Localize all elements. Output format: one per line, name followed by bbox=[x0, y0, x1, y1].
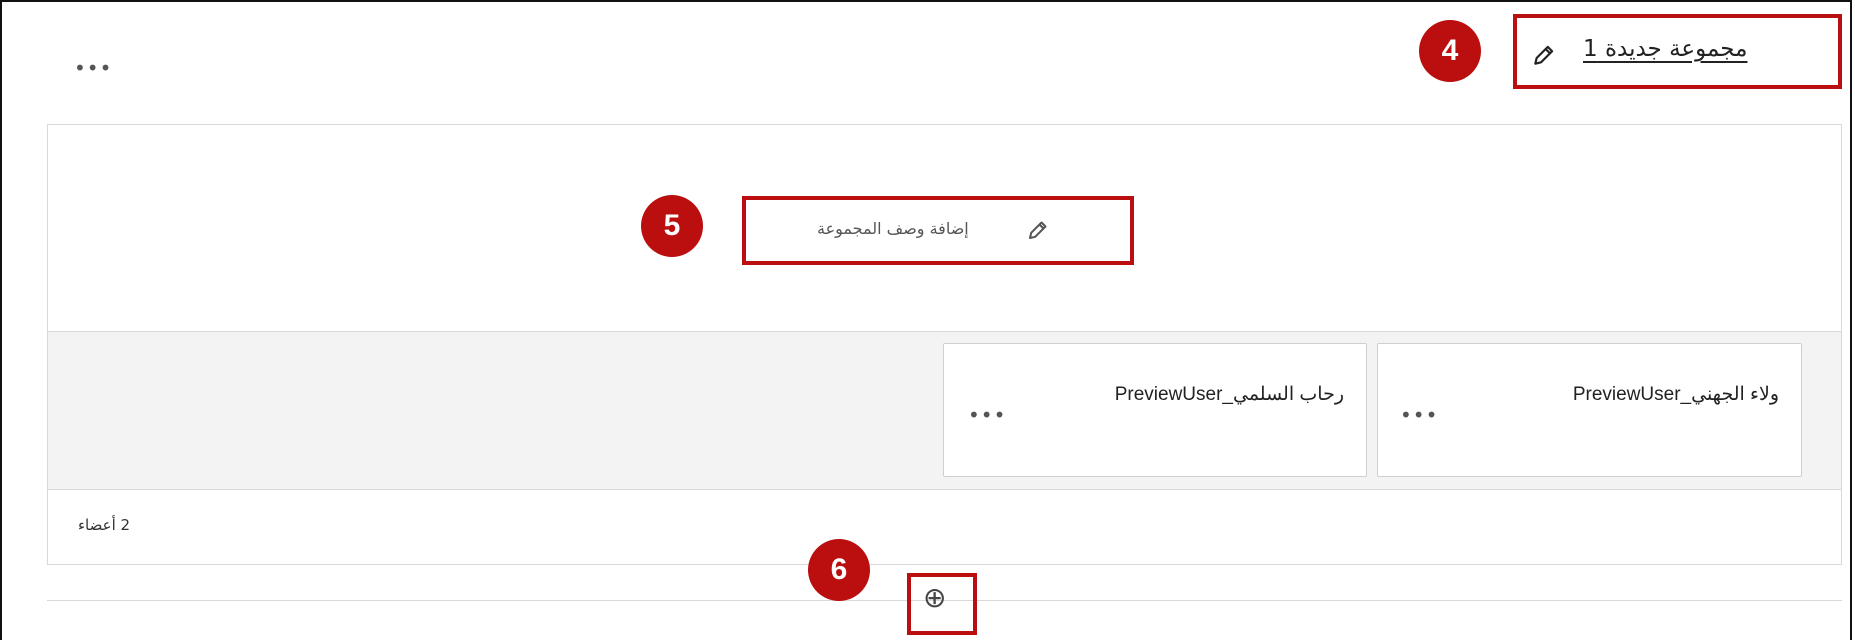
pencil-icon[interactable] bbox=[1026, 218, 1050, 246]
callout-badge-5: 5 bbox=[641, 195, 703, 257]
callout-badge-4: 4 bbox=[1419, 20, 1481, 82]
member-name: ولاء الجهني_PreviewUser bbox=[1572, 384, 1779, 405]
member-count: 2 أعضاء bbox=[78, 516, 131, 534]
callout-badge-6: 6 bbox=[808, 539, 870, 601]
add-circle-icon[interactable]: ⊕ bbox=[923, 584, 946, 612]
member-more-button[interactable]: ••• bbox=[1400, 405, 1438, 425]
member-card[interactable]: رحاب السلمي_PreviewUser ••• bbox=[943, 343, 1367, 477]
group-more-button[interactable]: ••• bbox=[74, 58, 112, 78]
member-more-button[interactable]: ••• bbox=[968, 405, 1006, 425]
divider bbox=[48, 489, 1841, 490]
add-description-link[interactable]: إضافة وصف المجموعة bbox=[817, 219, 969, 238]
member-card[interactable]: ولاء الجهني_PreviewUser ••• bbox=[1377, 343, 1802, 477]
callout-box-4 bbox=[1513, 14, 1842, 89]
member-name: رحاب السلمي_PreviewUser bbox=[1114, 384, 1344, 405]
